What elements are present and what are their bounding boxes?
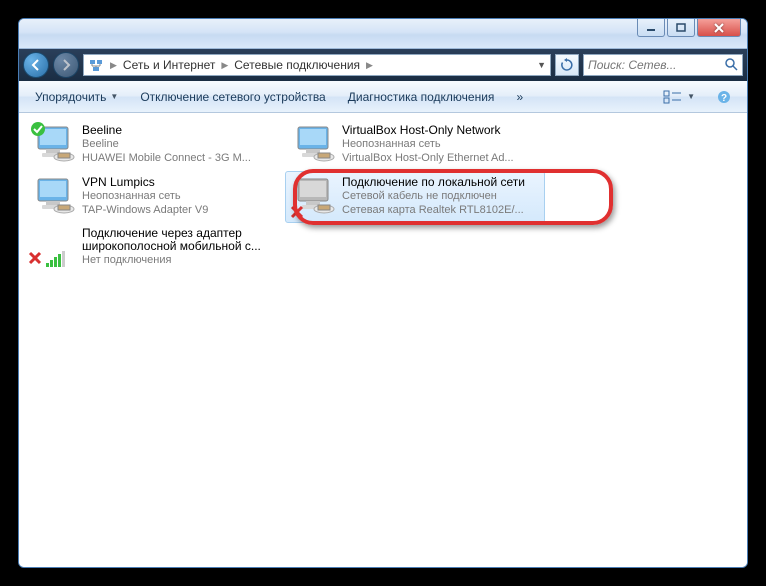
- connection-device: TAP-Windows Adapter V9: [82, 203, 278, 217]
- connection-name: VirtualBox Host-Only Network: [342, 123, 538, 137]
- connection-name: VPN Lumpics: [82, 175, 278, 189]
- connection-name: Подключение через адаптер широкополосной…: [82, 227, 278, 253]
- monitor-icon: [32, 175, 76, 217]
- forward-button[interactable]: [53, 52, 79, 78]
- dropdown-icon[interactable]: ▼: [537, 60, 546, 70]
- error-x-icon: [28, 251, 42, 265]
- content-area: BeelineBeelineHUAWEI Mobile Connect - 3G…: [19, 113, 747, 567]
- error-x-icon: [290, 205, 304, 219]
- address-bar[interactable]: ▶ Сеть и Интернет ▶ Сетевые подключения …: [83, 54, 551, 76]
- connection-status: Неопознанная сеть: [342, 137, 538, 151]
- breadcrumb[interactable]: Сетевые подключения: [234, 58, 360, 72]
- connection-name: Beeline: [82, 123, 278, 137]
- disable-device-button[interactable]: Отключение сетевого устройства: [132, 86, 333, 108]
- minimize-button[interactable]: [637, 19, 665, 37]
- chevron-icon: ▶: [366, 60, 373, 71]
- search-icon: [724, 57, 738, 74]
- navbar: ▶ Сеть и Интернет ▶ Сетевые подключения …: [19, 49, 747, 81]
- connection-item[interactable]: Подключение по локальной сетиСетевой каб…: [285, 171, 545, 223]
- chevron-icon: ▶: [110, 60, 117, 71]
- connection-device: VirtualBox Host-Only Ethernet Ad...: [342, 151, 538, 165]
- refresh-button[interactable]: [555, 54, 579, 76]
- monitor-icon: [292, 175, 336, 217]
- more-button[interactable]: »: [508, 86, 531, 108]
- titlebar: [19, 19, 747, 49]
- connection-status: Неопознанная сеть: [82, 189, 278, 203]
- close-button[interactable]: [697, 19, 741, 37]
- maximize-button[interactable]: [667, 19, 695, 37]
- connection-item[interactable]: VPN LumpicsНеопознанная сетьTAP-Windows …: [25, 171, 285, 223]
- explorer-window: ▶ Сеть и Интернет ▶ Сетевые подключения …: [18, 18, 748, 568]
- network-icon: [88, 57, 104, 73]
- signal-bars-icon: [32, 227, 76, 269]
- breadcrumb[interactable]: Сеть и Интернет: [123, 58, 215, 72]
- toolbar: Упорядочить ▼ Отключение сетевого устрой…: [19, 81, 747, 113]
- monitor-icon: [32, 123, 76, 165]
- connection-name: Подключение по локальной сети: [342, 175, 538, 189]
- chevron-icon: ▶: [221, 60, 228, 71]
- monitor-icon: [292, 123, 336, 165]
- organize-button[interactable]: Упорядочить ▼: [27, 86, 126, 108]
- diagnose-button[interactable]: Диагностика подключения: [340, 86, 503, 108]
- connection-status: Сетевой кабель не подключен: [342, 189, 538, 203]
- connection-item[interactable]: BeelineBeelineHUAWEI Mobile Connect - 3G…: [25, 119, 285, 171]
- svg-text:?: ?: [721, 93, 727, 104]
- view-button[interactable]: ▼: [655, 86, 703, 108]
- connection-device: Сетевая карта Realtek RTL8102E/...: [342, 203, 538, 217]
- help-button[interactable]: ?: [709, 86, 739, 108]
- back-button[interactable]: [23, 52, 49, 78]
- connection-status: Beeline: [82, 137, 278, 151]
- connection-device: HUAWEI Mobile Connect - 3G M...: [82, 151, 278, 165]
- search-box[interactable]: [583, 54, 743, 76]
- connection-item[interactable]: Подключение через адаптер широкополосной…: [25, 223, 285, 275]
- signal-icon: [46, 253, 65, 267]
- connection-item[interactable]: VirtualBox Host-Only NetworkНеопознанная…: [285, 119, 545, 171]
- search-input[interactable]: [588, 58, 724, 72]
- check-icon: [30, 121, 46, 137]
- connection-status: Нет подключения: [82, 253, 278, 267]
